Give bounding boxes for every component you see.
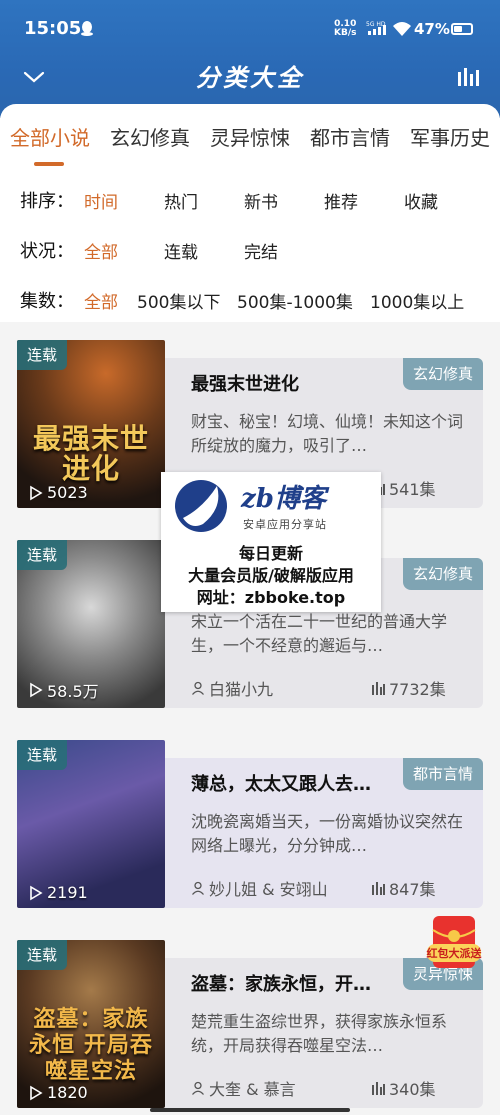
book-description: 财宝、秘宝！幻境、仙境！未知这个词所绽放的魔力，吸引了… (191, 412, 464, 455)
play-icon (30, 485, 43, 500)
qq-icon (81, 21, 93, 36)
status-badge: 连载 (17, 340, 67, 370)
status-badge: 连载 (17, 540, 67, 570)
sort-option-time[interactable]: 时间 (84, 188, 118, 213)
tab-junshi[interactable]: 军事历史 (410, 122, 490, 151)
book-card[interactable]: 连载 2191 都市言情 薄总，太太又跟人去… 沈晚瓷离婚当天，一份离婚协议突然… (0, 740, 500, 912)
red-packet-icon[interactable]: 红包大派送 (421, 910, 487, 976)
net-speed: 0.10 KB/s (334, 19, 357, 38)
battery-percent: 47% (414, 20, 450, 38)
book-title: 薄总，太太又跟人去… (191, 774, 371, 795)
episodes-option-all[interactable]: 全部 (84, 288, 118, 313)
logo-icon (175, 480, 227, 532)
view-count: 5023 (29, 483, 88, 502)
episodes-option-500-1000[interactable]: 500集-1000集 (237, 288, 353, 313)
filter-panel: 全部小说 玄幻修真 灵异惊悚 都市言情 军事历史 排序： 时间 热门 新书 推荐… (0, 104, 500, 322)
svg-text:5G HD: 5G HD (366, 21, 386, 28)
wifi-icon (393, 22, 411, 36)
play-icon (30, 682, 43, 698)
play-icon (30, 1085, 43, 1100)
status-badge: 连载 (17, 740, 67, 770)
category-tag: 玄幻修真 (402, 558, 483, 590)
user-icon (192, 1081, 204, 1095)
status-filter-row: 状况： 全部 连载 完结 (0, 237, 500, 269)
status-option-finished[interactable]: 完结 (244, 238, 278, 263)
signal-icon: 5G HD (366, 21, 386, 35)
watermark-line: 大量会员版/破解版应用 (188, 566, 354, 585)
status-bar: 15:05 0.10 KB/s 5G HD 47% (0, 0, 500, 56)
watermark-brand: zb博客 (241, 484, 326, 514)
sort-option-recommend[interactable]: 推荐 (324, 188, 358, 213)
episodes-label: 集数： (20, 291, 74, 312)
book-cover[interactable]: 盗墓：家族永恒 开局吞噬星空法 连载 1820 (17, 940, 165, 1108)
view-count: 1820 (29, 1083, 88, 1102)
category-tabs: 全部小说 玄幻修真 灵异惊悚 都市言情 军事历史 (0, 122, 500, 162)
book-description: 沈晚瓷离婚当天，一份离婚协议突然在网络上曝光，分分钟成… (191, 812, 464, 855)
sort-option-hot[interactable]: 热门 (164, 188, 198, 213)
book-cover[interactable]: 连载 58.5万 (17, 540, 165, 708)
status-option-serial[interactable]: 连载 (164, 238, 198, 263)
episodes-option-over-1000[interactable]: 1000集以上 (370, 288, 464, 313)
watermark-line: 网址：zbboke.top (196, 588, 346, 607)
watermark-overlay: zb博客 安卓应用分享站 每日更新 大量会员版/破解版应用 网址：zbboke.… (161, 472, 381, 612)
user-icon (192, 881, 204, 895)
sort-label: 排序： (20, 191, 74, 212)
book-info[interactable]: 灵异惊悚 盗墓：家族永恒，开… 楚荒重生盗综世界，获得家族永恒系统，开局获得吞噬… (165, 958, 483, 1108)
category-tag: 玄幻修真 (402, 358, 483, 390)
episodes-filter-row: 集数： 全部 500集以下 500集-1000集 1000集以上 (0, 287, 500, 319)
app-header: 15:05 0.10 KB/s 5G HD 47% 分类大全 (0, 0, 500, 118)
user-icon (192, 681, 204, 695)
bar-chart-icon (372, 882, 385, 895)
author: 白猫小九 (191, 676, 273, 700)
status-label: 状况： (20, 241, 74, 262)
episode-count: 847集 (371, 876, 436, 900)
tab-indicator (34, 162, 64, 166)
bar-chart-icon (372, 682, 385, 695)
book-info[interactable]: 都市言情 薄总，太太又跟人去… 沈晚瓷离婚当天，一份离婚协议突然在网络上曝光，分… (165, 758, 483, 908)
status-option-all[interactable]: 全部 (84, 238, 118, 263)
home-indicator[interactable] (150, 1108, 350, 1112)
author: 妙儿姐 & 安翊山 (191, 876, 328, 900)
red-packet-label: 红包大派送 (427, 946, 483, 960)
author: 大奎 & 慕言 (191, 1076, 296, 1100)
episode-count: 7732集 (371, 676, 446, 700)
book-description: 宋立一个活在二十一世纪的普通大学生，一个不经意的邂逅与… (191, 612, 448, 655)
watermark-line: 每日更新 (238, 544, 303, 563)
tab-all-novels[interactable]: 全部小说 (10, 122, 90, 151)
sort-option-favorite[interactable]: 收藏 (404, 188, 438, 213)
category-tag: 都市言情 (402, 758, 483, 790)
status-badge: 连载 (17, 940, 67, 970)
sort-option-new[interactable]: 新书 (244, 188, 278, 213)
book-title: 盗墓：家族永恒，开… (191, 974, 371, 995)
play-icon (30, 885, 43, 900)
status-time: 15:05 (24, 18, 82, 39)
book-cover[interactable]: 连载 2191 (17, 740, 165, 908)
bar-chart-icon[interactable] (456, 66, 480, 86)
page-title: 分类大全 (196, 63, 304, 92)
sort-filter-row: 排序： 时间 热门 新书 推荐 收藏 (0, 187, 500, 219)
battery-icon (451, 23, 473, 35)
book-description: 楚荒重生盗综世界，获得家族永恒系统，开局获得吞噬星空法… (191, 1012, 448, 1055)
tab-lingyi[interactable]: 灵异惊悚 (210, 122, 290, 151)
episode-count: 340集 (371, 1076, 436, 1100)
tab-dushi[interactable]: 都市言情 (310, 122, 390, 151)
bar-chart-icon (372, 1082, 385, 1095)
cover-title: 盗墓：家族永恒 开局吞噬星空法 (29, 1006, 153, 1084)
watermark-subtitle: 安卓应用分享站 (243, 518, 327, 531)
view-count: 2191 (29, 883, 88, 902)
episodes-option-under-500[interactable]: 500集以下 (137, 288, 220, 313)
cover-title: 最强末世进化 (32, 422, 149, 485)
book-title: 最强末世进化 (191, 374, 299, 395)
view-count: 58.5万 (29, 678, 99, 702)
book-cover[interactable]: 最强末世进化 连载 5023 (17, 340, 165, 508)
tab-xuanhuan[interactable]: 玄幻修真 (110, 122, 190, 151)
